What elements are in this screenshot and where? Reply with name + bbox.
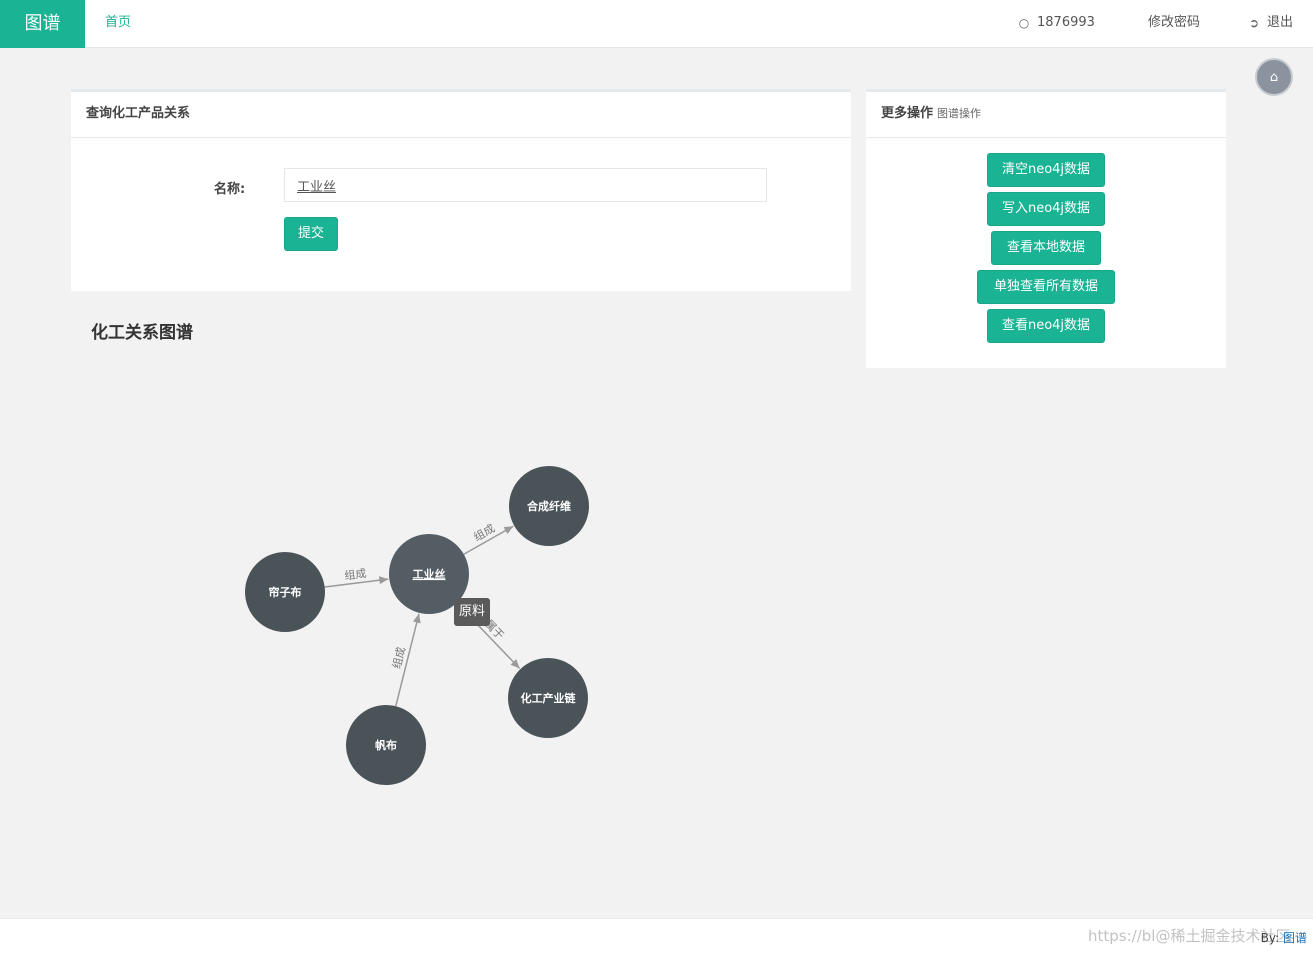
- graph-node-label: 合成纤维: [527, 499, 571, 513]
- graph-node-label: 工业丝: [413, 567, 446, 581]
- relation-graph[interactable]: 组成组成属于组成 工业丝合成纤维帘子布化工产业链帆布: [0, 0, 1313, 953]
- footer-by-link[interactable]: 图谱: [1283, 931, 1307, 945]
- graph-edge-label: 组成: [471, 521, 497, 544]
- footer-by: By: 图谱: [1261, 929, 1307, 946]
- graph-edge-label: 组成: [344, 566, 368, 583]
- graph-node-label: 帆布: [375, 738, 397, 752]
- graph-node-label: 化工产业链: [521, 691, 577, 705]
- graph-tooltip: 原料: [454, 598, 491, 626]
- footer-by-label: By:: [1260, 931, 1280, 945]
- graph-node-label: 帘子布: [269, 585, 302, 599]
- footer: https://bl@稀土掘金技术社区 By: 图谱: [0, 918, 1313, 953]
